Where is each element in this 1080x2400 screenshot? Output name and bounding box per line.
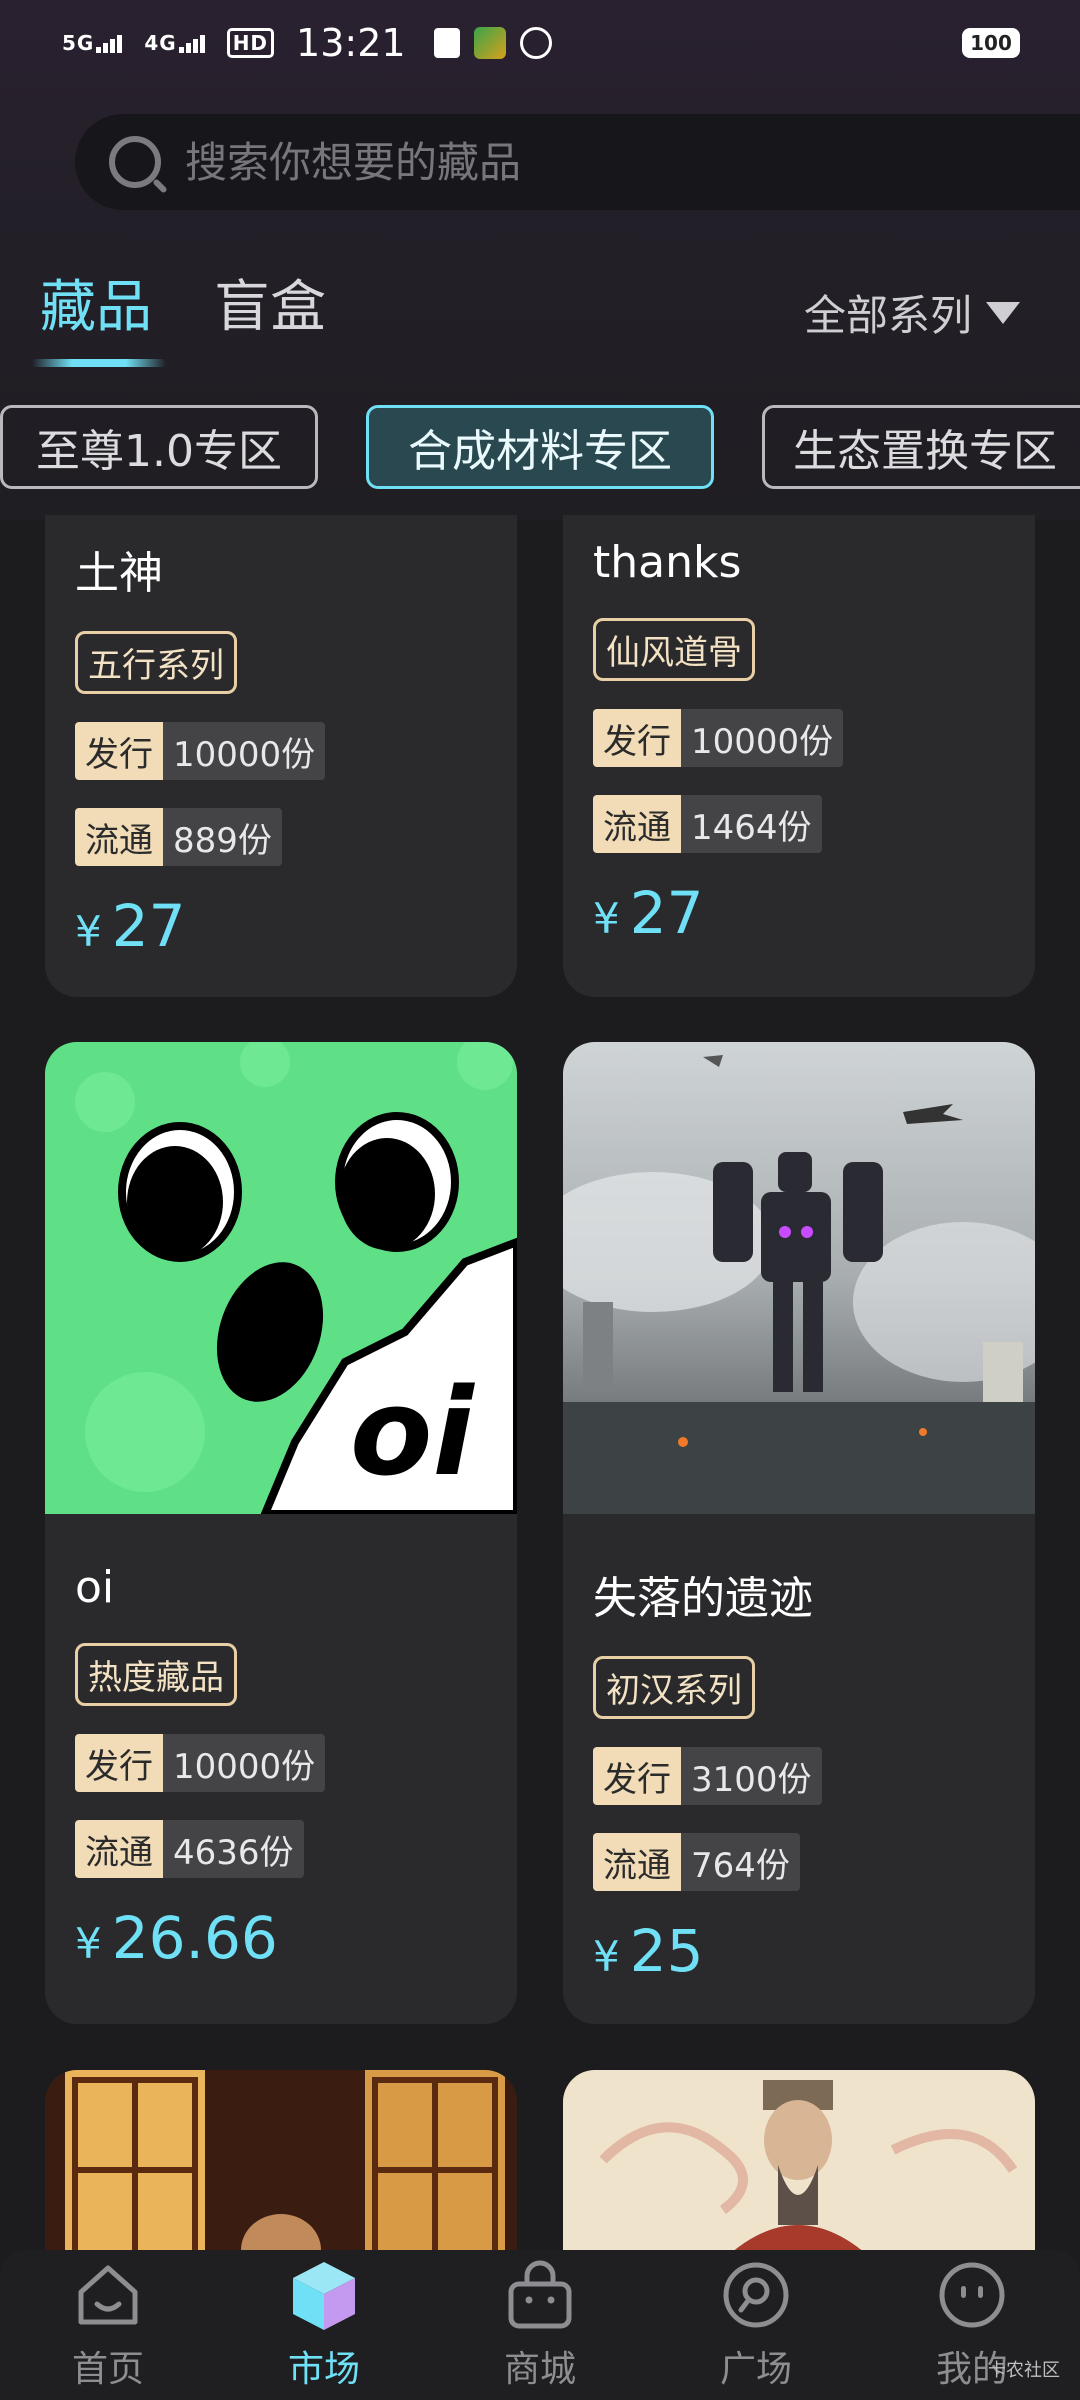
- nav-home[interactable]: 首页: [0, 2250, 216, 2400]
- status-bar: 5G 4G HD 13:21 100: [0, 0, 1080, 86]
- oi-frog-artwork: oi: [45, 1042, 517, 1514]
- series-tag: 仙风道骨: [593, 618, 755, 681]
- nav-market[interactable]: 市场: [216, 2250, 432, 2400]
- series-filter-label: 全部系列: [803, 291, 972, 340]
- circulation-stat: 流通 1464份: [593, 795, 1015, 853]
- collectible-card[interactable]: oi oi 热度藏品 发行 10000份 流通 4636份 ¥26.66: [45, 1042, 517, 2024]
- battery-icon: 100: [962, 28, 1020, 58]
- price: ¥26.66: [75, 1904, 278, 1972]
- card-title: 土神: [75, 548, 163, 599]
- nav-shop[interactable]: 商城: [432, 2250, 648, 2400]
- circulation-stat: 流通 4636份: [75, 1820, 497, 1878]
- chat-plaza-icon: [723, 2262, 789, 2328]
- circulation-stat: 流通 889份: [75, 808, 497, 866]
- temple-elder-artwork: [45, 2070, 517, 2270]
- status-time: 13:21: [296, 21, 406, 65]
- zone-chip-ecology[interactable]: 生态置换专区: [762, 405, 1080, 489]
- nav-shop-label: 商城: [503, 2349, 576, 2390]
- watermark: 卡农社区: [988, 2360, 1060, 2381]
- issue-stat: 发行 3100份: [593, 1747, 1015, 1805]
- caret-down-icon: [986, 301, 1020, 324]
- zone-chip-supreme[interactable]: 至尊1.0专区: [0, 405, 318, 489]
- issue-stat: 发行 10000份: [75, 722, 497, 780]
- app-notification-icon: [473, 27, 506, 59]
- zone-chip-row: 至尊1.0专区 合成材料专区 生态置换专区: [0, 405, 1080, 491]
- checklist-notification-icon: [433, 28, 460, 58]
- nav-market-label: 市场: [287, 2349, 360, 2390]
- series-tag: 五行系列: [75, 631, 237, 694]
- signal-4g-icon: 4G: [144, 33, 205, 53]
- search-input[interactable]: [185, 137, 945, 187]
- bottom-navigation: 首页 市场 商城 广场 我的: [0, 2250, 1080, 2400]
- nav-plaza-label: 广场: [719, 2349, 792, 2390]
- profile-face-icon: [939, 2262, 1005, 2328]
- collectible-card[interactable]: 土神 五行系列 发行 10000份 流通 889份 ¥27: [45, 515, 517, 997]
- search-icon: [109, 136, 161, 188]
- card-title: 失落的遗迹: [593, 1573, 813, 1624]
- search-bar[interactable]: [75, 114, 1080, 210]
- series-tag: 热度藏品: [75, 1643, 237, 1706]
- image-text-oi: oi: [350, 1364, 475, 1503]
- collectible-card[interactable]: [45, 2070, 517, 2270]
- market-cube-icon: [293, 2262, 355, 2330]
- issue-stat: 发行 10000份: [593, 709, 1015, 767]
- series-filter-dropdown[interactable]: 全部系列: [804, 282, 1020, 343]
- tab-blind-box[interactable]: 盲盒: [214, 262, 326, 343]
- tab-collectibles[interactable]: 藏品: [32, 262, 166, 367]
- nav-plaza[interactable]: 广场: [648, 2250, 864, 2400]
- collectible-card[interactable]: [563, 2070, 1035, 2270]
- collectible-card[interactable]: thanks 仙风道骨 发行 10000份 流通 1464份 ¥27: [563, 515, 1035, 997]
- signal-5g-icon: 5G: [62, 33, 123, 53]
- series-tag: 初汉系列: [593, 1656, 755, 1719]
- category-tabs: 藏品 盲盒: [32, 262, 388, 367]
- card-image-oi: oi: [45, 1042, 517, 1514]
- card-title: thanks: [593, 537, 742, 588]
- price: ¥25: [593, 1917, 704, 1985]
- issue-stat: 发行 10000份: [75, 1734, 497, 1792]
- video-notification-icon: [519, 27, 552, 59]
- hd-voice-icon: HD: [226, 28, 275, 58]
- price: ¥27: [75, 892, 186, 960]
- robot-city-artwork: [563, 1042, 1035, 1514]
- zone-chip-synthesis[interactable]: 合成材料专区: [366, 405, 714, 489]
- shop-bag-icon: [508, 2260, 572, 2329]
- nav-home-label: 首页: [71, 2349, 144, 2390]
- card-image-robot-ruins: [563, 1042, 1035, 1514]
- collectible-card[interactable]: 失落的遗迹 初汉系列 发行 3100份 流通 764份 ¥25: [563, 1042, 1035, 2024]
- sage-painting-artwork: [563, 2070, 1035, 2270]
- circulation-stat: 流通 764份: [593, 1833, 1015, 1891]
- price: ¥27: [593, 879, 704, 947]
- card-title: oi: [75, 1562, 115, 1613]
- home-icon: [78, 2265, 138, 2325]
